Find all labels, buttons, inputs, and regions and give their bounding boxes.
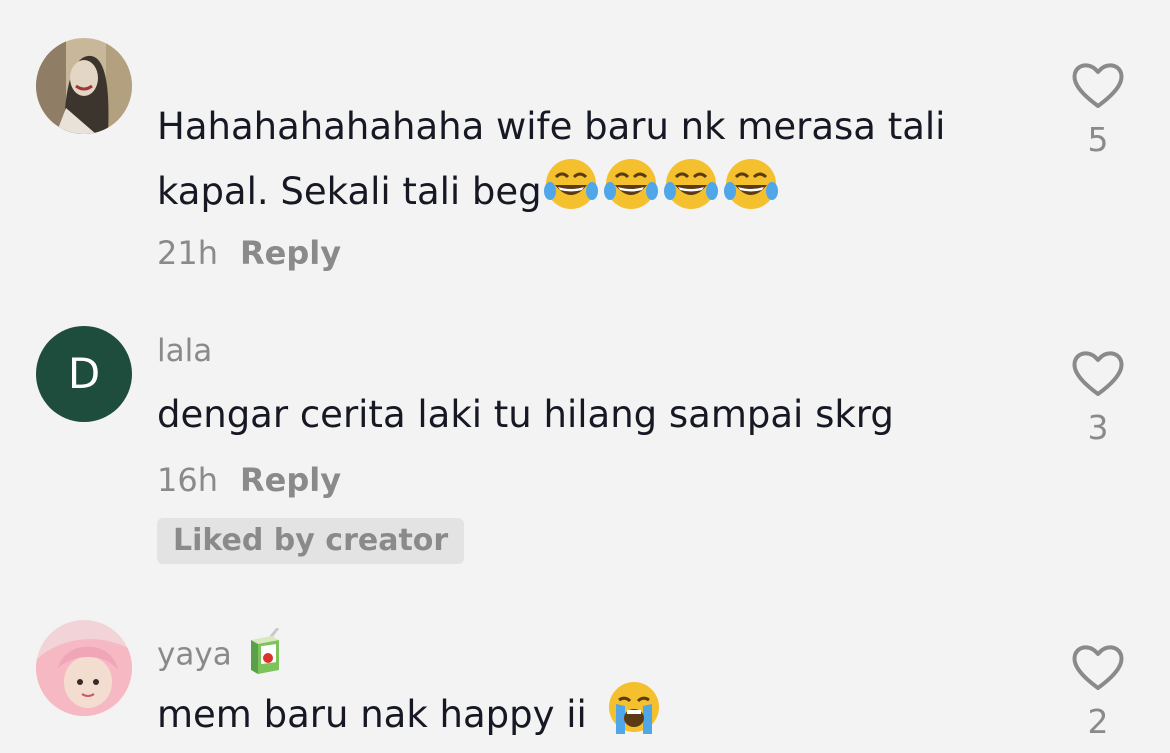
- username[interactable]: lala: [157, 333, 212, 369]
- avatar[interactable]: [36, 38, 132, 134]
- username[interactable]: yaya: [157, 627, 282, 684]
- reply-button[interactable]: Reply: [240, 234, 341, 272]
- like-button[interactable]: 3: [1068, 348, 1128, 447]
- like-count: 3: [1087, 408, 1109, 447]
- comment-text: Hahahahahahaha wife baru nk merasa tali: [157, 105, 946, 148]
- avatar[interactable]: [36, 620, 132, 716]
- like-button[interactable]: 2: [1068, 642, 1128, 741]
- comment-timestamp: 21h: [157, 234, 218, 272]
- like-button[interactable]: 5: [1068, 60, 1128, 159]
- heart-icon: [1072, 63, 1124, 108]
- reply-button[interactable]: Reply: [240, 461, 341, 499]
- avatar-letter: D: [67, 349, 101, 398]
- crying-face-emoji: [607, 680, 661, 753]
- comment-timestamp: 16h: [157, 461, 218, 499]
- like-count: 5: [1087, 120, 1109, 159]
- juice-box-icon: [248, 627, 282, 684]
- heart-icon: [1072, 645, 1124, 690]
- laughing-emoji-group: [542, 157, 782, 230]
- comment-meta: 16h Reply: [157, 461, 341, 499]
- comment-text: dengar cerita laki tu hilang sampai skrg: [157, 393, 894, 436]
- comment-meta: 21h Reply: [157, 234, 341, 272]
- liked-by-creator-badge: Liked by creator: [157, 518, 465, 564]
- comment-text: kapal. Sekali tali beg: [157, 157, 782, 230]
- heart-icon: [1072, 351, 1124, 396]
- avatar[interactable]: D: [36, 326, 132, 422]
- comment-text: mem baru nak happy ii: [157, 680, 661, 753]
- like-count: 2: [1087, 702, 1109, 741]
